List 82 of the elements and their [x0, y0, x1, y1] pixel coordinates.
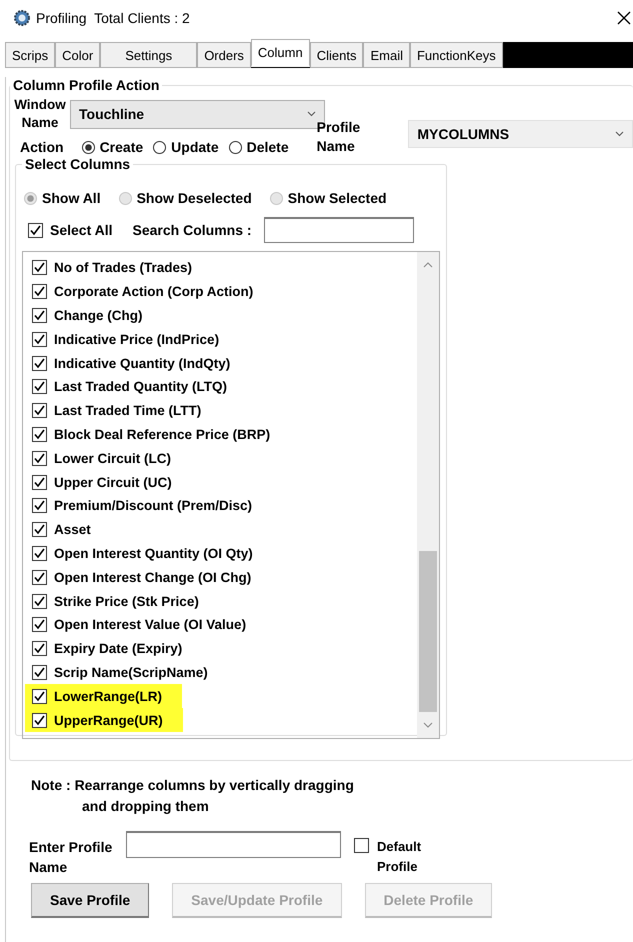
- tab[interactable]: Color: [55, 42, 100, 68]
- caret-icon: [307, 111, 316, 117]
- list-item[interactable]: Open Interest Value (OI Value): [32, 612, 266, 637]
- checkbox[interactable]: [32, 474, 47, 490]
- tab[interactable]: Settings: [100, 42, 198, 68]
- list-item[interactable]: Last Traded Time (LTT): [32, 398, 222, 423]
- checkbox[interactable]: [32, 308, 47, 323]
- scroll-down-icon[interactable]: [423, 722, 433, 728]
- list-item[interactable]: UpperRange(UR): [25, 708, 183, 732]
- scroll-up-icon[interactable]: [423, 262, 433, 268]
- checkbox[interactable]: [32, 426, 47, 442]
- profile-name-dropdown[interactable]: MYCOLUMNS: [408, 120, 633, 148]
- group-title: Select Columns: [24, 156, 132, 172]
- checkbox[interactable]: [32, 450, 47, 466]
- list-item[interactable]: Lower Circuit (LC): [32, 446, 191, 470]
- list-item[interactable]: Corporate Action (Corp Action): [32, 280, 274, 304]
- checkbox[interactable]: [32, 522, 47, 538]
- checkbox[interactable]: [32, 284, 47, 300]
- radio-option[interactable]: Show Deselected: [118, 190, 252, 206]
- checkbox-label: Default Profile: [377, 838, 422, 876]
- radio-button[interactable]: [82, 140, 95, 154]
- radio-button[interactable]: [228, 140, 242, 154]
- checkbox[interactable]: [32, 546, 47, 561]
- scrollbar[interactable]: [417, 252, 439, 738]
- checkbox[interactable]: [32, 570, 47, 585]
- note-text: and dropping them: [82, 797, 210, 816]
- radio-option[interactable]: Show All: [24, 190, 101, 206]
- note-label: Note :: [31, 777, 71, 793]
- checkbox[interactable]: [32, 498, 47, 514]
- checkbox[interactable]: [32, 617, 47, 632]
- checkbox[interactable]: [32, 688, 47, 704]
- list-item[interactable]: Expiry Date (Expiry): [32, 636, 202, 661]
- tab[interactable]: Email: [363, 42, 410, 68]
- checkbox[interactable]: [32, 260, 47, 276]
- list-item[interactable]: Indicative Quantity (IndQty): [32, 351, 250, 375]
- field-label: Action: [20, 139, 64, 155]
- checkbox[interactable]: [32, 403, 47, 418]
- tab[interactable]: Column: [250, 39, 310, 67]
- checkbox[interactable]: [32, 641, 47, 656]
- radio-button[interactable]: [153, 140, 166, 154]
- gear-icon: [14, 10, 30, 26]
- field-label: Enter Profile Name: [29, 838, 114, 877]
- window-title: Profiling Total Clients : 2: [36, 10, 190, 26]
- checkbox[interactable]: [32, 332, 47, 347]
- profile-name-field[interactable]: [126, 831, 341, 858]
- close-icon[interactable]: [617, 11, 631, 25]
- caret-icon: [615, 131, 624, 137]
- list-item[interactable]: LowerRange(LR): [25, 684, 182, 708]
- radio-option[interactable]: Create: [82, 139, 144, 155]
- checkbox[interactable]: [32, 664, 47, 680]
- search-field[interactable]: [264, 217, 414, 243]
- list-item[interactable]: Asset: [32, 518, 111, 542]
- list-item[interactable]: Change (Chg): [32, 304, 162, 328]
- list-item[interactable]: Premium/Discount (Prem/Disc): [32, 494, 272, 518]
- note-text: Rearrange columns by vertically dragging: [74, 777, 354, 793]
- tab[interactable]: Scrips: [5, 42, 56, 68]
- checkbox-option[interactable]: Select All: [28, 222, 113, 238]
- tab[interactable]: Orders: [197, 42, 251, 68]
- field-label: Window Name: [13, 96, 67, 132]
- group-title: Column Profile Action: [12, 77, 160, 93]
- list-item[interactable]: Open Interest Quantity (OI Qty): [32, 542, 273, 566]
- checkbox[interactable]: [32, 712, 47, 728]
- list-item[interactable]: Last Traded Quantity (LTQ): [32, 374, 248, 399]
- list-item[interactable]: Block Deal Reference Price (BRP): [32, 422, 290, 446]
- list-item[interactable]: No of Trades (Trades): [32, 256, 212, 280]
- checkbox[interactable]: [32, 379, 47, 394]
- list-item[interactable]: Upper Circuit (UC): [32, 470, 192, 494]
- radio-option[interactable]: Show Selected: [270, 190, 387, 206]
- radio-option[interactable]: Delete: [228, 139, 289, 155]
- action-button[interactable]: Save Profile: [31, 883, 150, 918]
- radio-option[interactable]: Update: [153, 139, 219, 155]
- list-item[interactable]: Open Interest Change (OI Chg): [32, 565, 272, 590]
- list-item[interactable]: Indicative Price (IndPrice): [32, 327, 240, 352]
- list-item[interactable]: Strike Price (Stk Price): [32, 589, 219, 613]
- checkbox[interactable]: [354, 838, 369, 853]
- field-label: Search Columns :: [132, 222, 252, 238]
- list-item[interactable]: Scrip Name(ScripName): [32, 660, 228, 684]
- tab[interactable]: FunctionKeys: [410, 42, 503, 68]
- tab[interactable]: Clients: [310, 42, 364, 68]
- checkbox[interactable]: [32, 356, 47, 371]
- checkbox[interactable]: [28, 222, 43, 238]
- checkbox[interactable]: [32, 594, 47, 609]
